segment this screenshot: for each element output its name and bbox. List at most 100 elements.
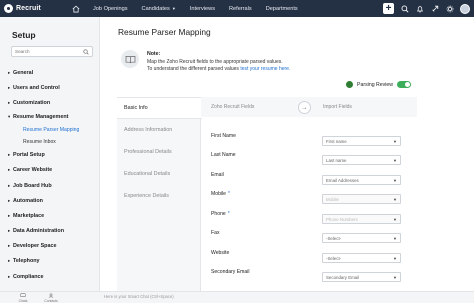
chevron-down-icon: ▼	[393, 138, 397, 144]
sidebar-item-customization[interactable]: ▸ Customization	[8, 95, 98, 110]
field-label: Fax	[211, 230, 220, 236]
first-name-select[interactable]: First name ▼	[322, 136, 401, 146]
field-label: Phone *	[211, 211, 230, 217]
chevron-down-icon: ▼	[393, 255, 397, 261]
nav-interviews[interactable]: Interviews	[183, 0, 222, 17]
sidebar-item-marketplace[interactable]: ▸ Marketplace	[8, 208, 98, 223]
field-label: Last Name	[211, 152, 236, 158]
nav-referrals[interactable]: Referrals	[222, 0, 259, 17]
tab-address-information[interactable]: Address Information	[117, 119, 200, 141]
field-row-secondary-email: Secondary Email Secondary Email ▼	[201, 269, 417, 289]
note-heading: Note:	[147, 51, 161, 57]
sidebar-item-label: Job Board Hub	[13, 182, 52, 189]
sidebar-subitem-resume-parser-mapping[interactable]: Resume Parser Mapping	[8, 124, 98, 136]
home-icon	[72, 5, 80, 12]
mobile-select[interactable]: Mobile ▼	[322, 194, 401, 204]
sidebar-item-label: Marketplace	[13, 212, 45, 219]
nav-interviews-label: Interviews	[189, 5, 215, 12]
sidebar-item-label: General	[13, 69, 34, 76]
sidebar-item-resume-management[interactable]: ▾ Resume Management	[8, 111, 98, 124]
sidebar-item-label: Developer Space	[13, 243, 57, 250]
chevron-down-icon: ▼	[393, 235, 397, 241]
bell-icon[interactable]	[415, 4, 424, 13]
bottom-chat-bar: Chats Contacts Here is your Smart Chat (…	[0, 291, 474, 303]
sidebar-item-general[interactable]: ▸ General	[8, 65, 98, 80]
sidebar-item-label: Users and Control	[13, 84, 60, 91]
sidebar-item-career-website[interactable]: ▸ Career Website	[8, 163, 98, 178]
field-mapping-header: Zoho Recruit Fields → Import Fields	[201, 97, 417, 117]
note-text-prefix: To understand the different parsed value…	[147, 66, 241, 72]
sidebar-item-developer-space[interactable]: ▸ Developer Space	[8, 239, 98, 254]
chat-icon	[20, 293, 26, 297]
chevron-down-icon: ▼	[393, 177, 397, 183]
zoho-fields-heading: Zoho Recruit Fields	[211, 104, 255, 110]
last-name-select[interactable]: Last name ▼	[322, 155, 401, 165]
chats-button[interactable]: Chats	[10, 293, 36, 303]
rocket-icon[interactable]	[430, 4, 439, 13]
search-icon	[83, 48, 89, 55]
app-name: Recruit	[16, 5, 41, 12]
sidebar-item-label: Portal Setup	[13, 152, 45, 159]
avatar[interactable]	[460, 3, 470, 14]
arrow-right-icon: →	[298, 101, 311, 114]
tab-basic-info[interactable]: Basic Info	[117, 97, 202, 119]
contacts-icon	[48, 293, 54, 298]
nav-departments[interactable]: Departments	[259, 0, 305, 17]
sidebar-subitem-resume-inbox[interactable]: Resume Inbox	[8, 136, 98, 148]
tab-professional-details[interactable]: Professional Details	[117, 141, 200, 163]
test-resume-link[interactable]: test your resume here.	[240, 66, 290, 72]
secondary-email-select[interactable]: Secondary Email ▼	[322, 272, 401, 282]
gear-icon[interactable]	[445, 4, 454, 13]
tab-experience-details[interactable]: Experience Details	[117, 185, 200, 207]
quick-create-button[interactable]: +	[383, 3, 394, 14]
phone-select[interactable]: Phone Numbers ▼	[322, 214, 401, 224]
sidebar-item-label: Data Administration	[13, 228, 65, 235]
nav-job-openings[interactable]: Job Openings	[86, 0, 135, 17]
home-nav-button[interactable]	[66, 0, 86, 17]
sidebar-item-automation[interactable]: ▸ Automation	[8, 193, 98, 208]
note-text-line1: Map the Zoho Recruit fields to the appro…	[147, 59, 283, 65]
sidebar-item-users-and-control[interactable]: ▸ Users and Control	[8, 80, 98, 95]
sidebar-item-portal-setup[interactable]: ▸ Portal Setup	[8, 148, 98, 163]
mapping-tabs: Basic Info Address Information Professio…	[117, 97, 202, 291]
select-value: First name	[326, 138, 347, 144]
sidebar-item-label: Customization	[13, 99, 51, 106]
required-marker: *	[228, 191, 230, 197]
sidebar-item-label: Automation	[13, 197, 43, 204]
top-navigation-bar: Recruit Job Openings Candidates ▼ Intervi…	[0, 0, 474, 17]
parsing-review-toggle[interactable]	[397, 81, 412, 88]
top-right-actions: +	[383, 0, 470, 17]
search-input[interactable]	[15, 49, 80, 54]
field-row-first-name: First Name First name ▼	[201, 133, 417, 153]
chevron-down-icon: ▼	[393, 157, 397, 163]
top-nav: Job Openings Candidates ▼ Interviews Refe…	[66, 0, 305, 17]
select-value: Last name	[326, 157, 347, 163]
select-value: Mobile	[326, 196, 339, 202]
smart-chat-input[interactable]: Here is your Smart Chat (Ctrl+Space)	[104, 294, 174, 299]
app-logo[interactable]: Recruit	[0, 0, 66, 17]
search-icon[interactable]	[400, 4, 409, 13]
select-value: Secondary Email	[326, 274, 360, 280]
field-label: Email	[211, 172, 224, 178]
sidebar-item-telephony[interactable]: ▸ Telephony	[8, 254, 98, 269]
field-label: Website	[211, 250, 230, 256]
nav-departments-label: Departments	[265, 5, 298, 12]
tab-educational-details[interactable]: Educational Details	[117, 163, 200, 185]
sidebar-search[interactable]	[11, 46, 93, 57]
select-value: Email Addresses	[326, 177, 359, 183]
mapping-panel: Basic Info Address Information Professio…	[117, 97, 417, 291]
website-select[interactable]: -Select- ▼	[322, 253, 401, 263]
field-row-email: Email Email Addresses ▼	[201, 172, 417, 192]
contacts-button[interactable]: Contacts	[38, 293, 64, 303]
sidebar-item-job-board-hub[interactable]: ▸ Job Board Hub	[8, 178, 98, 193]
sidebar-item-compliance[interactable]: ▸ Compliance	[8, 269, 98, 284]
book-icon	[121, 50, 139, 68]
email-select[interactable]: Email Addresses ▼	[322, 175, 401, 185]
nav-candidates[interactable]: Candidates ▼	[135, 0, 183, 17]
sidebar-item-label: Resume Management	[13, 114, 69, 121]
chats-label: Chats	[18, 298, 28, 303]
recruit-logo-icon	[4, 4, 13, 13]
sidebar-item-data-administration[interactable]: ▸ Data Administration	[8, 224, 98, 239]
fax-select[interactable]: -Select- ▼	[322, 233, 401, 243]
sidebar-title: Setup	[12, 30, 36, 40]
